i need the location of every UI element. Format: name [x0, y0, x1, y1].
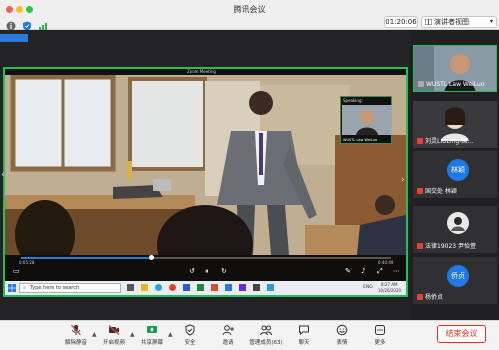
video-button[interactable]: 开启视频	[94, 324, 134, 350]
shield-icon[interactable]	[22, 16, 32, 31]
title-bar: 腾讯会议 01:20:06 演讲者视图 ▾	[0, 0, 499, 31]
view-mode-label: 演讲者视图	[434, 18, 469, 26]
participant-sidebar: WUSTL Law WeiLuo 刘灵LIULing-国… 林颖 国交处 林颖 …	[411, 30, 499, 320]
windows-search-box[interactable]: ⌕ Type here to search	[19, 283, 121, 293]
pause-icon[interactable]: ⏸	[205, 267, 209, 276]
grid-view-icon	[425, 19, 432, 25]
speaking-label: Speaking:	[343, 98, 363, 103]
share-indicator-tag	[0, 34, 28, 42]
chevron-down-icon: ▾	[489, 18, 493, 25]
mic-muted-icon	[417, 243, 423, 249]
shared-screen[interactable]: Zoom Meeting Speaking: WUSTL Law WeiLuo …	[3, 67, 408, 297]
input-language[interactable]: ENG	[363, 285, 373, 290]
mic-muted-icon	[417, 188, 423, 194]
participant-tile[interactable]: 林颖 国交处 林颖	[413, 151, 497, 198]
participant-label: 杨侨贞	[417, 292, 495, 301]
reactions-button[interactable]: 表情	[322, 324, 362, 350]
captions-icon[interactable]: ▭	[13, 267, 20, 275]
participant-tile[interactable]: 侨贞 杨侨贞	[413, 257, 497, 304]
participant-tile[interactable]: WUSTL Law WeiLuo	[413, 45, 497, 92]
clock-time: 8:27 AM	[381, 282, 398, 287]
video-progress-track[interactable]	[151, 257, 391, 259]
speaker-pip-name: WUSTL Law WeiLuo	[343, 138, 378, 142]
avatar: 林颖	[447, 159, 469, 181]
add-user-icon	[222, 325, 234, 336]
participant-label: 刘灵LIULing-国…	[417, 136, 495, 145]
fullscreen-icon[interactable]: ⤢	[377, 267, 383, 276]
video-total-time: 0:40:49	[378, 260, 394, 265]
excel-icon[interactable]	[197, 284, 204, 291]
taskbar-app-icons[interactable]	[127, 284, 287, 292]
manage-members-button[interactable]: 管理成员(63)	[246, 324, 286, 350]
taskview-icon[interactable]	[127, 284, 134, 291]
shared-app-title: Zoom Meeting	[187, 69, 216, 74]
video-progress-handle[interactable]	[149, 255, 154, 260]
mic-muted-icon	[417, 294, 423, 300]
folder-icon[interactable]	[141, 284, 148, 291]
windows-start-icon[interactable]	[8, 284, 16, 292]
chrome-icon[interactable]	[169, 284, 176, 291]
more-button[interactable]: 更多	[360, 324, 400, 350]
mic-muted-icon	[417, 138, 423, 144]
shield-icon	[185, 324, 195, 336]
mic-muted-icon	[71, 324, 81, 336]
signal-strength-icon[interactable]	[38, 16, 48, 30]
meeting-toolbar: 解除静音 ▲ 开启视频 ▲ 共享屏幕 ▲ 安全 邀请 管理成员(63) 聊天 表…	[0, 320, 499, 350]
video-current-time: 0:05:28	[19, 260, 35, 265]
avatar	[447, 212, 469, 234]
participant-label: WUSTL Law WeiLuo	[418, 81, 494, 88]
mute-button[interactable]: 解除静音	[56, 324, 96, 350]
invite-button[interactable]: 邀请	[208, 324, 248, 350]
word-icon[interactable]	[183, 284, 190, 291]
members-icon	[260, 325, 272, 336]
video-control-bar: 0:05:28 0:40:49 ↺ ⏸ ↻ ✎ ♪ ⤢ ⋯ ▭	[5, 255, 406, 281]
emoji-icon	[336, 324, 348, 336]
avatar: 侨贞	[447, 265, 469, 287]
more-icon[interactable]: ⋯	[393, 267, 400, 275]
forward-icon[interactable]: ↻	[221, 267, 227, 275]
windows-taskbar: ⌕ Type here to search ENG 8:27 AM 10/26/…	[5, 281, 406, 295]
share-screen-button[interactable]: 共享屏幕	[132, 324, 172, 350]
chat-button[interactable]: 聊天	[284, 324, 324, 350]
app-icon[interactable]	[253, 284, 260, 291]
speaker-pip: Speaking: WUSTL Law WeiLuo	[340, 96, 392, 144]
meeting-timer: 01:20:06	[384, 16, 418, 28]
zoom-app-icon[interactable]	[225, 284, 232, 291]
window-title: 腾讯会议	[233, 5, 266, 14]
security-button[interactable]: 安全	[170, 324, 210, 350]
participant-tile[interactable]: 法律19023 尹怡萱	[413, 206, 497, 253]
end-meeting-button[interactable]: 结束会议	[437, 325, 486, 343]
search-icon: ⌕	[23, 285, 26, 291]
speaker-pip-image	[342, 105, 392, 135]
share-screen-icon	[147, 326, 157, 333]
teams-icon[interactable]	[239, 284, 246, 291]
info-icon[interactable]	[6, 16, 16, 31]
edit-icon[interactable]: ✎	[345, 267, 351, 275]
chevron-left-icon[interactable]: ‹	[1, 170, 5, 180]
mic-icon	[418, 81, 424, 87]
edge-icon[interactable]	[155, 284, 162, 291]
powerpoint-icon[interactable]	[211, 284, 218, 291]
clock-date: 10/26/2020	[378, 288, 402, 293]
volume-icon[interactable]: ♪	[361, 267, 365, 275]
camera-off-icon	[108, 325, 120, 335]
participant-tile[interactable]: 刘灵LIULing-国…	[413, 101, 497, 148]
chat-icon	[299, 325, 309, 336]
windows-search-placeholder: Type here to search	[30, 285, 80, 291]
video-progress-fill	[21, 257, 151, 259]
view-mode-button[interactable]: 演讲者视图 ▾	[421, 16, 497, 28]
participant-label: 法律19023 尹怡萱	[417, 241, 495, 250]
more-icon	[375, 325, 385, 335]
rewind-icon[interactable]: ↺	[189, 267, 195, 275]
chevron-right-icon[interactable]: ›	[401, 175, 405, 185]
participant-label: 国交处 林颖	[417, 186, 495, 195]
outlook-icon[interactable]	[267, 284, 274, 291]
